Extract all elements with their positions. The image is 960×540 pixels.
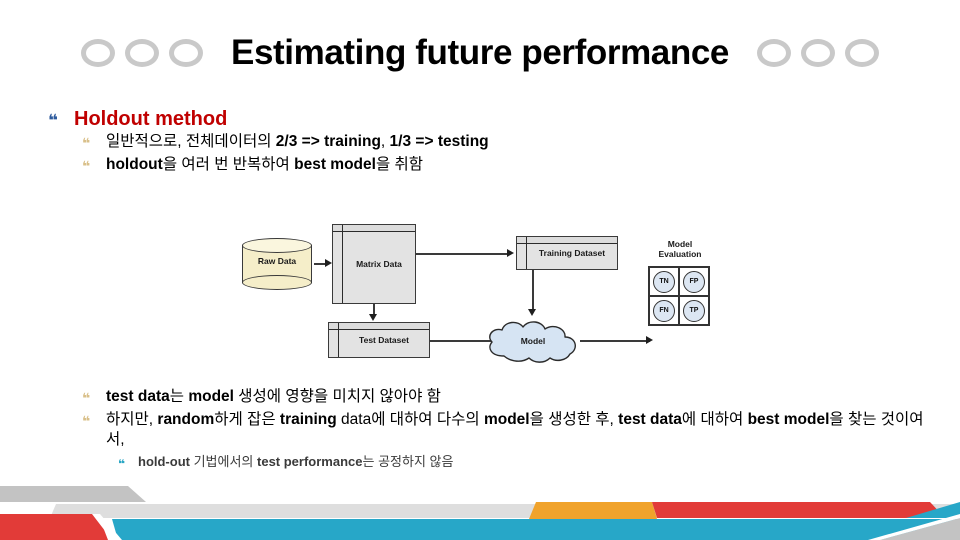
table-header-band <box>329 323 429 330</box>
node-training-dataset-label: Training Dataset <box>527 248 617 258</box>
confusion-matrix-cell: TP <box>679 296 709 325</box>
confusion-cell-fn: FN <box>653 300 675 322</box>
node-raw-data: Raw Data <box>242 238 312 290</box>
model-evaluation-label: Model Evaluation <box>638 240 722 260</box>
footer-orange <box>529 502 657 519</box>
bullet-lower-row: ❝ test data는 model 생성에 영향을 미치지 않아야 함 <box>82 387 930 407</box>
confusion-matrix-cell: FN <box>649 296 679 325</box>
title-decor-left <box>81 39 203 67</box>
bullet-sub-text: 일반적으로, 전체데이터의 2/3 => training, 1/3 => te… <box>106 132 960 152</box>
bullet-marker-icon: ❝ <box>118 454 138 470</box>
table-header-band <box>517 237 617 244</box>
slide-title-row: Estimating future performance <box>0 22 960 84</box>
page-title: Estimating future performance <box>217 33 743 73</box>
title-decor-right <box>757 39 879 67</box>
table-header-band <box>333 225 415 232</box>
node-model: Model <box>484 318 582 364</box>
edge-matrix-to-training <box>416 253 508 255</box>
bullet-lower-row: ❝ 하지만, random하게 잡은 training data에 대하여 … <box>82 410 930 450</box>
node-training-dataset: Training Dataset <box>516 236 618 270</box>
content-body-lower: ❝ test data는 model 생성에 영향을 미치지 않아야 함 ❝ 하… <box>0 387 930 471</box>
bullet-marker-icon: ❝ <box>82 155 106 174</box>
footer-cyan-band <box>112 519 960 540</box>
arrowhead-icon <box>528 309 536 316</box>
bullet-sub-row: ❝ holdout을 여러 번 반복하여 best model을 취함 <box>82 155 960 175</box>
confusion-cell-tp: TP <box>683 300 705 322</box>
bullet-marker-icon: ❝ <box>82 410 106 429</box>
footer-red-right <box>652 502 945 518</box>
content-body: ❝ Holdout method ❝ 일반적으로, 전체데이터의 2/3 => … <box>0 104 960 175</box>
bullet-lowest-row: ❝ hold-out 기법에서의 test performance는 공정하지 … <box>118 454 930 471</box>
slide-canvas: Estimating future performance ❝ Holdout … <box>0 0 960 540</box>
bullet-sub-row: ❝ 일반적으로, 전체데이터의 2/3 => training, 1/3 => … <box>82 132 960 152</box>
node-raw-data-label: Raw Data <box>242 256 312 266</box>
arrowhead-icon <box>507 249 514 257</box>
footer-red-left <box>0 514 108 540</box>
arrowhead-icon <box>369 314 377 321</box>
confusion-matrix-cell: FP <box>679 267 709 296</box>
bullet-sub-text: holdout을 여러 번 반복하여 best model을 취함 <box>106 155 960 175</box>
decor-ring-icon <box>757 39 791 67</box>
bullet-heading-row: ❝ Holdout method <box>48 108 960 130</box>
node-matrix-data-label: Matrix Data <box>343 259 415 269</box>
arrowhead-icon <box>646 336 653 344</box>
decor-ring-icon <box>845 39 879 67</box>
confusion-matrix-grid: TN FP FN TP <box>648 266 710 326</box>
cylinder-bottom <box>242 275 312 290</box>
decor-ring-icon <box>801 39 835 67</box>
edge-model-to-evaluation <box>580 340 650 342</box>
node-model-label: Model <box>484 336 582 346</box>
footer-decoration <box>0 484 960 540</box>
decor-ring-icon <box>125 39 159 67</box>
bullet-marker-icon: ❝ <box>48 108 74 130</box>
bullet-lower-text: test data는 model 생성에 영향을 미치지 않아야 함 <box>106 387 930 407</box>
footer-gray-wedge <box>0 486 146 502</box>
bullet-marker-icon: ❝ <box>82 387 106 406</box>
arrowhead-icon <box>325 259 332 267</box>
confusion-matrix-cell: TN <box>649 267 679 296</box>
footer-shapes <box>0 484 960 540</box>
decor-ring-icon <box>169 39 203 67</box>
workflow-diagram: Raw Data Matrix Data Training Dataset Te… <box>236 222 746 380</box>
bullet-lower-text: 하지만, random하게 잡은 training data에 대하여 다수… <box>106 410 930 450</box>
bullet-lowest-text: hold-out 기법에서의 test performance는 공정하지 않음 <box>138 454 930 471</box>
edge-training-to-model <box>532 270 534 310</box>
confusion-cell-tn: TN <box>653 271 675 293</box>
node-model-evaluation: Model Evaluation TN FP FN TP <box>644 256 716 334</box>
decor-ring-icon <box>81 39 115 67</box>
node-test-dataset-label: Test Dataset <box>339 335 429 345</box>
node-matrix-data: Matrix Data <box>332 224 416 304</box>
bullet-marker-icon: ❝ <box>82 132 106 151</box>
bullet-heading-text: Holdout method <box>74 108 960 130</box>
confusion-cell-fp: FP <box>683 271 705 293</box>
cylinder-top <box>242 238 312 253</box>
node-test-dataset: Test Dataset <box>328 322 430 358</box>
